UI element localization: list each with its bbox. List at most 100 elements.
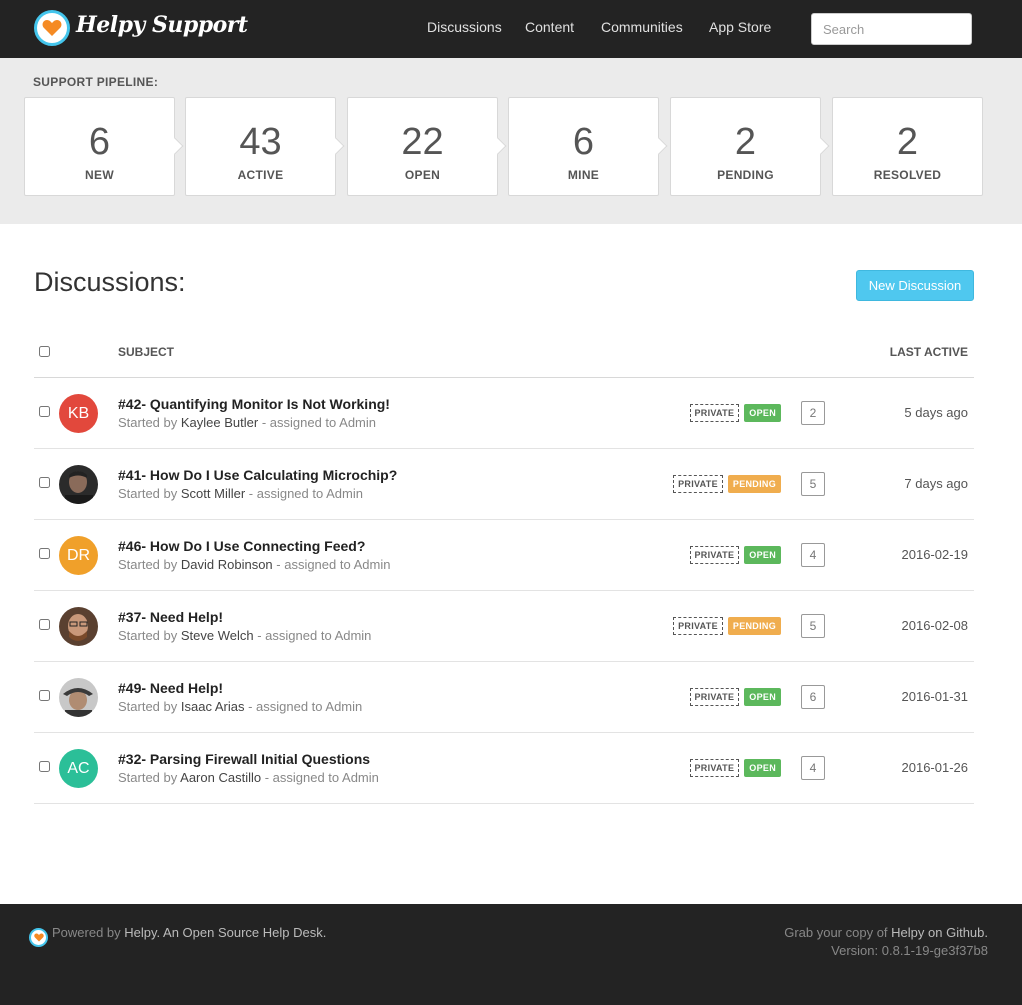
stage-name: MINE (567, 168, 600, 182)
helpy-heart-logo-icon (29, 928, 48, 947)
pipeline-stage-active[interactable]: 43 ACTIVE (185, 97, 345, 196)
pipeline-stage-mine[interactable]: 6 MINE (508, 97, 668, 196)
privacy-badge: PRIVATE (689, 404, 740, 422)
reply-count-badge: 5 (801, 472, 825, 496)
table-row[interactable]: #37- Need Help! Started by Steve Welch -… (34, 591, 974, 662)
nav-app-store[interactable]: App Store (709, 19, 771, 35)
table-row[interactable]: AC #32- Parsing Firewall Initial Questio… (34, 733, 974, 804)
status-tags: PRIVATE OPEN (689, 546, 781, 564)
status-badge: PENDING (727, 475, 781, 493)
privacy-badge: PRIVATE (673, 475, 723, 493)
avatar (59, 607, 98, 646)
privacy-badge: PRIVATE (689, 688, 740, 706)
discussion-subject-link[interactable]: #32- Parsing Firewall Initial Questions (118, 751, 370, 767)
pipeline-stage-pending[interactable]: 2 PENDING (670, 97, 830, 196)
nav-content[interactable]: Content (525, 19, 574, 35)
avatar (59, 678, 98, 717)
last-active-date: 2016-02-08 (901, 618, 969, 633)
reply-count-badge: 5 (801, 614, 825, 638)
author-name: Isaac Arias (180, 699, 245, 714)
nav-communities[interactable]: Communities (601, 19, 683, 35)
reply-count-badge: 2 (801, 401, 825, 425)
table-row[interactable]: #41- How Do I Use Calculating Microchip?… (34, 449, 974, 520)
new-discussion-button[interactable]: New Discussion (856, 270, 974, 301)
nav-discussions[interactable]: Discussions (427, 19, 502, 35)
last-active-date: 2016-02-19 (901, 547, 969, 562)
table-row[interactable]: DR #46- How Do I Use Connecting Feed? St… (34, 520, 974, 591)
discussion-subject-link[interactable]: #42- Quantifying Monitor Is Not Working! (118, 396, 390, 412)
status-tags: PRIVATE PENDING (673, 475, 781, 493)
stage-count: 22 (401, 121, 444, 163)
stage-name: ACTIVE (237, 168, 284, 182)
discussion-meta: Started by David Robinson - assigned to … (118, 557, 390, 572)
discussion-subject-link[interactable]: #46- How Do I Use Connecting Feed? (118, 538, 365, 554)
discussion-meta: Started by Scott Miller - assigned to Ad… (118, 486, 363, 501)
discussion-subject-link[interactable]: #41- How Do I Use Calculating Microchip? (118, 467, 397, 483)
pipeline-stage-new[interactable]: 6 NEW (24, 97, 184, 196)
author-name: Aaron Castillo (180, 770, 262, 785)
started-by-label: Started by (118, 699, 181, 714)
assigned-label: - assigned to Admin (245, 486, 363, 501)
table-row[interactable]: #49- Need Help! Started by Isaac Arias -… (34, 662, 974, 733)
row-checkbox[interactable] (39, 619, 50, 630)
row-checkbox[interactable] (39, 761, 50, 772)
discussion-meta: Started by Steve Welch - assigned to Adm… (118, 628, 371, 643)
row-checkbox[interactable] (39, 690, 50, 701)
brand-title[interactable]: Helpy Support (76, 12, 248, 38)
user-photo-icon (59, 607, 98, 646)
reply-count-badge: 4 (801, 543, 825, 567)
select-all-checkbox[interactable] (39, 346, 50, 357)
privacy-badge: PRIVATE (689, 759, 740, 777)
avatar: KB (59, 394, 98, 433)
privacy-badge: PRIVATE (689, 546, 740, 564)
github-link[interactable]: Helpy on Github. (891, 925, 988, 940)
stage-name: RESOLVED (873, 168, 942, 182)
stage-name: PENDING (717, 168, 774, 182)
status-tags: PRIVATE OPEN (689, 404, 781, 422)
user-photo-icon (59, 465, 98, 504)
github-text: Grab your copy of Helpy on Github. (784, 925, 988, 940)
stage-count: 2 (896, 121, 919, 163)
top-navbar: Helpy Support Discussions Content Commun… (0, 0, 1022, 58)
table-row[interactable]: KB #42- Quantifying Monitor Is Not Worki… (34, 378, 974, 449)
assigned-label: - assigned to Admin (253, 628, 372, 643)
status-tags: PRIVATE OPEN (689, 688, 781, 706)
grab-prefix: Grab your copy of (784, 925, 892, 940)
user-photo-icon (59, 678, 98, 717)
assigned-label: - assigned to Admin (258, 415, 376, 430)
avatar (59, 465, 98, 504)
assigned-label: - assigned to Admin (261, 770, 379, 785)
column-header-last-active[interactable]: LAST ACTIVE (890, 345, 968, 359)
stage-name: NEW (85, 168, 114, 182)
author-name: Steve Welch (180, 628, 254, 643)
stage-count: 6 (572, 121, 595, 163)
status-badge: OPEN (744, 546, 781, 564)
started-by-label: Started by (118, 486, 181, 501)
status-badge: OPEN (744, 759, 781, 777)
column-header-subject[interactable]: SUBJECT (118, 345, 174, 359)
support-pipeline: SUPPORT PIPELINE: 6 NEW 43 ACTIVE 22 OPE… (0, 58, 1022, 224)
started-by-label: Started by (118, 770, 181, 785)
assigned-label: - assigned to Admin (244, 699, 363, 714)
search-input[interactable] (811, 13, 972, 45)
pipeline-stage-resolved[interactable]: 2 RESOLVED (832, 97, 983, 196)
row-checkbox[interactable] (39, 548, 50, 559)
discussion-subject-link[interactable]: #37- Need Help! (118, 609, 223, 625)
reply-count-badge: 4 (801, 756, 825, 780)
stage-count: 2 (734, 121, 757, 163)
discussion-meta: Started by Aaron Castillo - assigned to … (118, 770, 379, 785)
avatar: AC (59, 749, 98, 788)
started-by-label: Started by (118, 628, 181, 643)
helpy-link[interactable]: Helpy. An Open Source Help Desk. (124, 925, 326, 940)
row-checkbox[interactable] (39, 477, 50, 488)
pipeline-stage-open[interactable]: 22 OPEN (347, 97, 507, 196)
discussion-subject-link[interactable]: #49- Need Help! (118, 680, 223, 696)
author-name: David Robinson (180, 557, 273, 572)
footer: Powered by Helpy. An Open Source Help De… (0, 904, 1022, 1005)
row-checkbox[interactable] (39, 406, 50, 417)
helpy-heart-logo-icon[interactable] (34, 10, 70, 46)
last-active-date: 5 days ago (904, 405, 968, 420)
last-active-date: 2016-01-31 (901, 689, 969, 704)
author-name: Scott Miller (180, 486, 246, 501)
last-active-date: 2016-01-26 (901, 760, 969, 775)
